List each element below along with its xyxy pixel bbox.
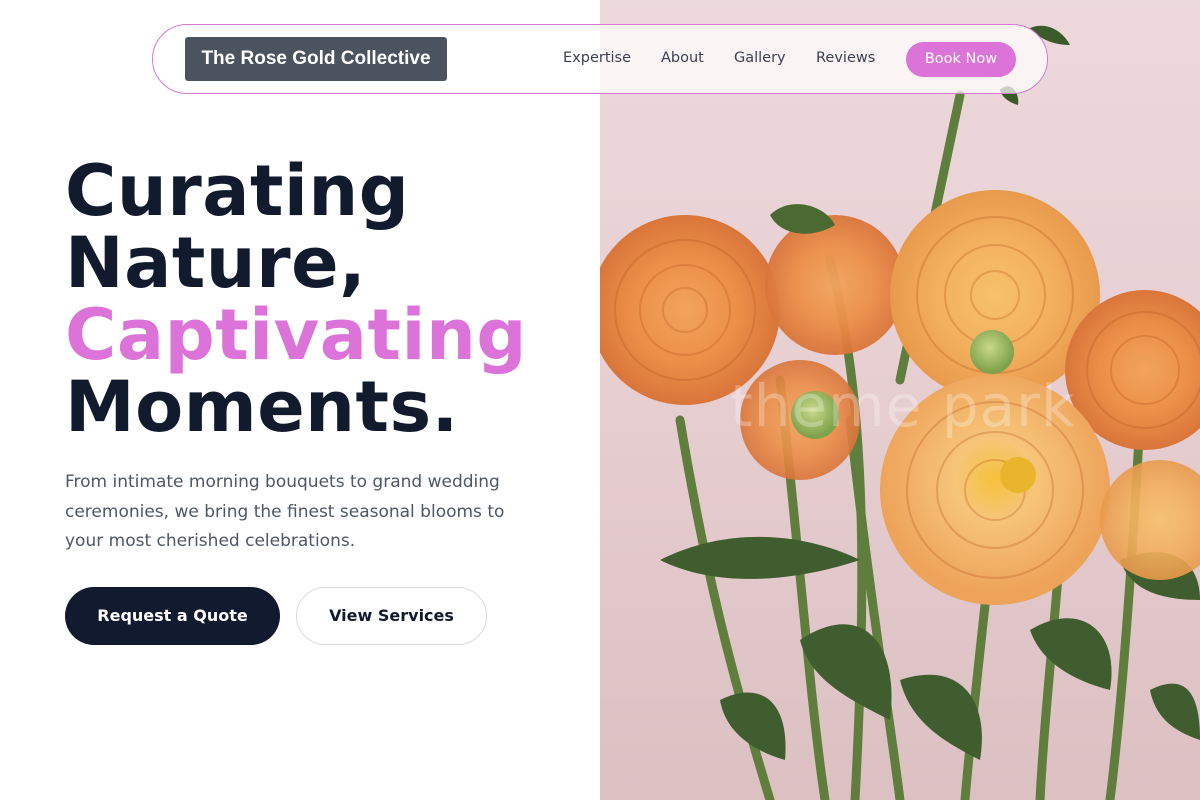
nav-link-expertise[interactable]: Expertise <box>563 50 631 66</box>
hero-headline: Curating Nature, Captivating Moments. <box>65 155 527 443</box>
book-now-button[interactable]: Book Now <box>906 42 1016 77</box>
nav-links: Expertise About Gallery Reviews Book Now <box>153 25 1047 95</box>
headline-line-2: Nature, <box>65 222 367 304</box>
nav-link-about[interactable]: About <box>661 50 704 66</box>
image-watermark: theme park <box>730 372 1076 440</box>
headline-accent: Captivating <box>65 294 527 376</box>
nav-link-reviews[interactable]: Reviews <box>816 50 875 66</box>
request-quote-button[interactable]: Request a Quote <box>65 587 280 645</box>
top-navigation: The Rose Gold Collective Expertise About… <box>152 24 1048 94</box>
hero-subtext: From intimate morning bouquets to grand … <box>65 472 505 551</box>
headline-line-4: Moments. <box>65 366 459 448</box>
view-services-button[interactable]: View Services <box>296 587 487 645</box>
hero-image: theme park <box>600 0 1200 800</box>
headline-line-1: Curating <box>65 150 410 232</box>
nav-link-gallery[interactable]: Gallery <box>734 50 786 66</box>
